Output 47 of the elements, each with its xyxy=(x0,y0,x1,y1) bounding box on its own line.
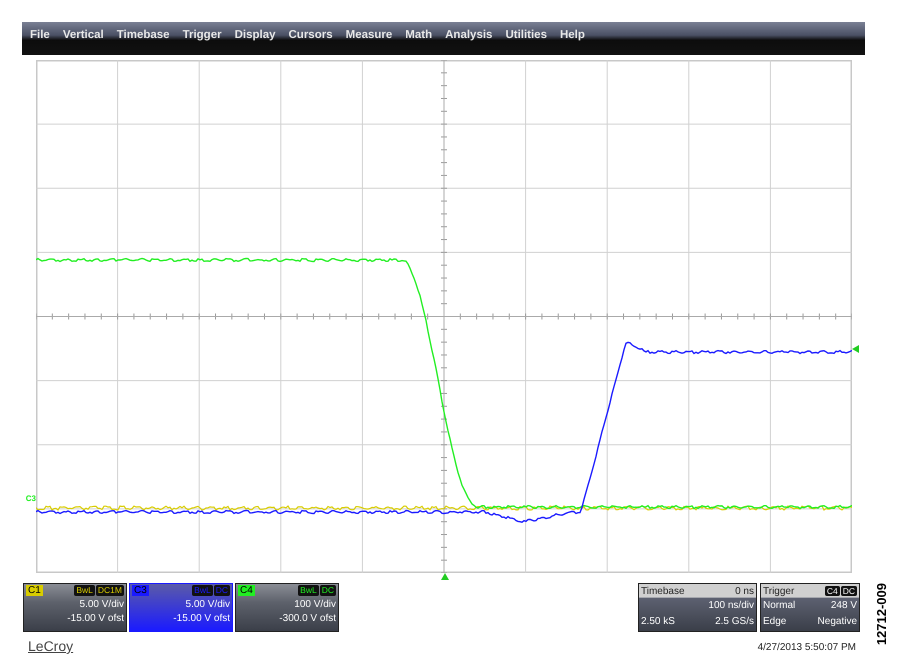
vertical-scale: 5.00 V/div xyxy=(186,598,230,612)
coupling-tag: DC xyxy=(214,585,230,596)
menu-item[interactable]: Vertical xyxy=(62,28,104,40)
trigger-panel[interactable]: Trigger C4 DC Normal 248 V Edge Negative xyxy=(760,583,860,632)
trigger-mode: Normal xyxy=(763,599,796,613)
menu-item[interactable]: Timebase xyxy=(116,28,170,40)
channel-label: C1 xyxy=(26,585,43,596)
menu-item[interactable]: Display xyxy=(234,28,276,40)
menu-item[interactable]: Help xyxy=(560,28,585,40)
trigger-type: Edge xyxy=(763,615,786,629)
trigger-slope: Negative xyxy=(818,615,857,629)
channel-panel[interactable]: C1 BwL DC1M 5.00 V/div -15.00 V ofst xyxy=(23,583,127,632)
vertical-offset: -300.0 V ofst xyxy=(279,612,336,626)
menu-item[interactable]: Analysis xyxy=(445,28,492,40)
brand-logo: LeCroy xyxy=(28,638,74,654)
menu-item[interactable]: File xyxy=(30,28,50,40)
coupling-tag: DC1M xyxy=(96,585,124,596)
vertical-scale: 100 V/div xyxy=(294,598,336,612)
vertical-offset: -15.00 V ofst xyxy=(173,612,230,626)
menu-item[interactable]: Cursors xyxy=(288,28,333,40)
menu-item[interactable]: Trigger xyxy=(182,28,222,40)
bandwidth-limit-tag: BwL xyxy=(298,585,319,596)
channel-panel[interactable]: C4 BwL DC 100 V/div -300.0 V ofst xyxy=(235,583,339,632)
timebase-scale: 100 ns/div xyxy=(708,599,754,613)
panel-title: Timebase xyxy=(641,586,685,596)
vertical-scale: 5.00 V/div xyxy=(80,598,124,612)
timestamp: 4/27/2013 5:50:07 PM xyxy=(758,642,856,653)
vertical-offset: -15.00 V ofst xyxy=(67,612,124,626)
figure-id: 12712-009 xyxy=(874,583,889,646)
coupling-tag: DC xyxy=(320,585,336,596)
timebase-delay: 0 ns xyxy=(735,586,754,596)
timebase-panel[interactable]: Timebase 0 ns 100 ns/div 2.50 kS 2.5 GS/s xyxy=(638,583,757,632)
sample-count: 2.50 kS xyxy=(641,615,675,629)
sample-rate: 2.5 GS/s xyxy=(715,615,754,629)
channel-panel[interactable]: C3 BwL DC 5.00 V/div -15.00 V ofst xyxy=(129,583,233,632)
trigger-source-tag: C4 xyxy=(824,586,840,596)
coupling-tag: DC xyxy=(840,586,857,596)
channel-label: C3 xyxy=(132,585,149,596)
trace-marker-label: C3 xyxy=(24,494,36,503)
trigger-level: 248 V xyxy=(830,599,857,613)
menu-item[interactable]: Measure xyxy=(346,28,392,40)
menu-item[interactable]: Math xyxy=(405,28,432,40)
panel-title: Trigger xyxy=(763,586,794,596)
bandwidth-limit-tag: BwL xyxy=(74,585,95,596)
menu-item[interactable]: Utilities xyxy=(505,28,547,40)
bandwidth-limit-tag: BwL xyxy=(192,585,213,596)
channel-label: C4 xyxy=(238,585,255,596)
